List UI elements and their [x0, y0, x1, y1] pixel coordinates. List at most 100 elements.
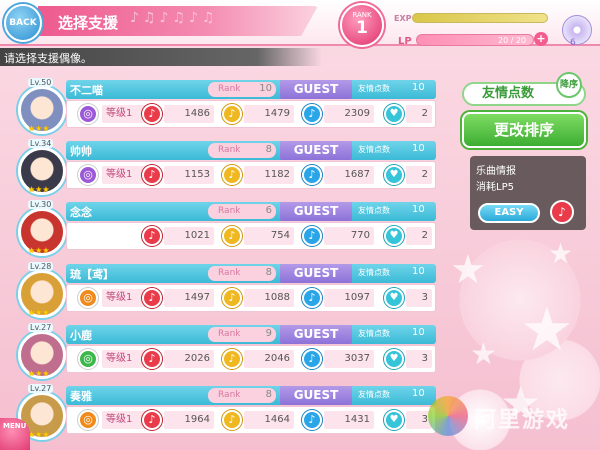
- rank-label: Rank: [218, 145, 241, 155]
- idol-name: 念念: [70, 206, 92, 219]
- guest-badge: GUEST: [280, 141, 352, 160]
- friend-points-value: 10: [412, 82, 425, 93]
- disc-icon[interactable]: [562, 15, 592, 45]
- cool-value: 1097: [324, 289, 374, 307]
- friend-points-label: 友情点数: [358, 329, 390, 338]
- guest-badge: GUEST: [280, 264, 352, 283]
- pure-value: 2046: [244, 350, 294, 368]
- rank-value: 10: [259, 83, 272, 94]
- friend-points-label: 友情点数: [358, 206, 390, 215]
- idol-name: 帅帅: [70, 145, 92, 158]
- support-idol-row[interactable]: Lv.27 ★★★ 小鹿 Rank 9 GUEST 友情点数 10 ◎ 等级1 ♪ 2026 ♪ 2046…: [18, 323, 436, 383]
- idol-name: 琉【鸢】: [70, 268, 114, 281]
- page-title: 选择支援: [58, 14, 119, 32]
- support-idol-row[interactable]: Lv.28 ★★★ 琉【鸢】 Rank 8 GUEST 友情点数 10 ◎ 等级1 ♪ 1497 ♪ 10…: [18, 262, 436, 322]
- exp-label: EXP: [394, 14, 412, 23]
- smile-value: 1021: [164, 227, 214, 245]
- guest-badge: GUEST: [280, 80, 352, 99]
- back-label: BACK: [9, 18, 37, 28]
- smile-note-icon: ♪: [142, 288, 162, 308]
- rank-value: 8: [265, 267, 272, 278]
- rank-label: Rank: [218, 390, 241, 400]
- rank-value: 1: [356, 18, 368, 38]
- smile-value: 1964: [164, 411, 214, 429]
- cool-value: 1431: [324, 411, 374, 429]
- exp-bar: [412, 13, 548, 23]
- smile-value: 2026: [164, 350, 214, 368]
- friend-points-label: 友情点数: [358, 145, 390, 154]
- rarity-stars: ★★★: [28, 246, 50, 255]
- cool-value: 1687: [324, 166, 374, 184]
- watermark-text: 阿里游戏: [474, 408, 571, 433]
- sort-order-badge[interactable]: 降序: [556, 72, 582, 98]
- disc-count: 6: [570, 38, 576, 48]
- pure-value: 754: [244, 227, 294, 245]
- heart-value: 3: [406, 289, 432, 307]
- song-lp-cost: 消耗LP5: [476, 182, 514, 193]
- friend-points-label: 友情点数: [358, 390, 390, 399]
- rarity-stars: ★★★: [28, 430, 50, 439]
- support-idol-row[interactable]: Lv.34 ★★★ 帅帅 Rank 8 GUEST 友情点数 10 ◎ 等级1 ♪ 1153 ♪ 1182…: [18, 139, 436, 199]
- idol-rank: Rank 6: [208, 204, 276, 219]
- heart-value: 3: [406, 350, 432, 368]
- lp-value: 20 / 20: [498, 36, 527, 45]
- idol-name: 小鹿: [70, 329, 92, 342]
- rank-value: 8: [265, 389, 272, 400]
- back-button[interactable]: BACK: [4, 4, 42, 42]
- smile-value: 1153: [164, 166, 214, 184]
- cool-value: 2309: [324, 105, 374, 123]
- idol-name: 奏雅: [70, 390, 92, 403]
- pure-value: 1464: [244, 411, 294, 429]
- heart-icon: ♥: [384, 410, 404, 430]
- guest-badge: GUEST: [280, 386, 352, 405]
- menu-button[interactable]: MENU: [0, 418, 30, 450]
- smile-note-icon: ♪: [142, 226, 162, 246]
- background-star: ★: [520, 295, 574, 365]
- lp-plus-button[interactable]: +: [534, 32, 548, 46]
- idol-rank: Rank 10: [208, 82, 276, 97]
- pure-value: 1182: [244, 166, 294, 184]
- idol-level: Lv.50: [28, 78, 54, 87]
- guest-badge: GUEST: [280, 202, 352, 221]
- pure-note-icon: ♪: [222, 288, 242, 308]
- pure-note-icon: ♪: [222, 349, 242, 369]
- change-sort-button[interactable]: 更改排序: [462, 112, 586, 148]
- smile-note-icon: ♪: [142, 104, 162, 124]
- pure-value: 1088: [244, 289, 294, 307]
- player-rank-badge: RANK 1: [340, 3, 384, 47]
- friend-points-value: 10: [412, 204, 425, 215]
- support-idol-row[interactable]: Lv.27 ★★★ 奏雅 Rank 8 GUEST 友情点数 10 ◎ 等级1 ♪ 1964 ♪ 1464…: [18, 384, 436, 444]
- skill-icon: ◎: [78, 349, 98, 369]
- background-star: ★: [548, 237, 574, 270]
- cool-note-icon: ♪: [302, 104, 322, 124]
- skill-icon: ◎: [78, 165, 98, 185]
- friend-points-value: 10: [412, 143, 425, 154]
- idol-level: Lv.27: [28, 323, 54, 332]
- heart-value: 2: [406, 166, 432, 184]
- smile-value: 1497: [164, 289, 214, 307]
- skill-icon: ◎: [78, 410, 98, 430]
- cool-note-icon: ♪: [302, 410, 322, 430]
- smile-note-icon: ♪: [142, 349, 162, 369]
- pure-note-icon: ♪: [222, 410, 242, 430]
- cool-note-icon: ♪: [302, 165, 322, 185]
- lp-label: LP: [398, 36, 412, 47]
- support-idol-row[interactable]: Lv.50 ★★★ 不二喵 Rank 10 GUEST 友情点数 10 ◎ 等级1 ♪ 1486 ♪ 14…: [18, 78, 436, 138]
- idol-rank: Rank 8: [208, 266, 276, 281]
- idol-rank: Rank 8: [208, 143, 276, 158]
- difficulty-badge: EASY: [478, 203, 540, 223]
- pure-value: 1479: [244, 105, 294, 123]
- support-idol-row[interactable]: Lv.30 ★★★ 念念 Rank 6 GUEST 友情点数 10 ♪ 1021 ♪ 754 ♪ 770 ♥…: [18, 200, 436, 260]
- pure-note-icon: ♪: [222, 226, 242, 246]
- rank-label: Rank: [218, 329, 241, 339]
- smile-value: 1486: [164, 105, 214, 123]
- friend-points-value: 10: [412, 388, 425, 399]
- cool-note-icon: ♪: [302, 288, 322, 308]
- idol-name: 不二喵: [70, 84, 103, 97]
- smile-note-icon: ♪: [142, 410, 162, 430]
- heart-icon: ♥: [384, 288, 404, 308]
- idol-level: Lv.28: [28, 262, 54, 271]
- rarity-stars: ★★★: [28, 185, 50, 194]
- cool-value: 770: [324, 227, 374, 245]
- heart-icon: ♥: [384, 226, 404, 246]
